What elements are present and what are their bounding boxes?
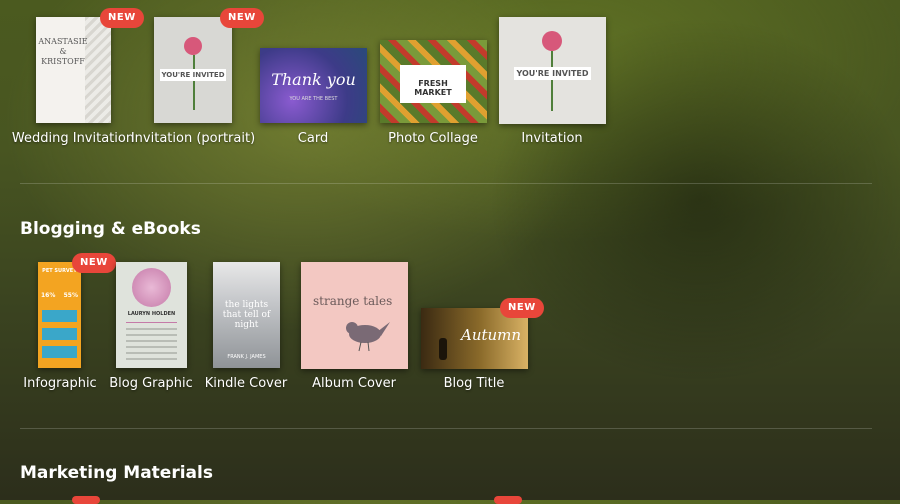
kindle-title-line: that tell of	[222, 310, 271, 320]
invited-banner: YOU'RE INVITED	[160, 69, 226, 81]
template-label-photo-collage[interactable]: Photo Collage	[388, 131, 478, 146]
kindle-title-line: night	[234, 320, 259, 330]
new-badge: NEW	[100, 8, 144, 28]
template-label-blog-graphic[interactable]: Blog Graphic	[109, 376, 193, 391]
new-badge: NEW	[500, 298, 544, 318]
new-badge: NEW	[72, 253, 116, 273]
template-label-invitation-portrait[interactable]: Invitation (portrait)	[131, 131, 255, 146]
kindle-author: FRANK J. JAMES	[227, 354, 266, 360]
chart-block	[42, 310, 77, 322]
card-script: Thank you	[271, 70, 356, 89]
template-thumb-invitation[interactable]: YOU'RE INVITED	[499, 17, 606, 124]
section-title-marketing: Marketing Materials	[20, 463, 213, 483]
template-thumb-infographic[interactable]: PET SURVEY 16% 55%	[38, 262, 81, 368]
new-badge: NEW	[220, 8, 264, 28]
template-thumb-card[interactable]: Thank you YOU ARE THE BEST	[260, 48, 367, 123]
template-label-infographic[interactable]: Infographic	[23, 376, 96, 391]
chart-block	[42, 328, 77, 340]
template-label-album-cover[interactable]: Album Cover	[312, 376, 396, 391]
template-thumb-invitation-portrait[interactable]: YOU'RE INVITED	[154, 17, 232, 123]
template-thumb-blog-graphic[interactable]: LAURYN HOLDEN	[116, 262, 187, 368]
template-label-kindle-cover[interactable]: Kindle Cover	[205, 376, 287, 391]
section-divider	[20, 428, 872, 429]
kindle-title-line: the lights	[224, 300, 269, 310]
template-thumb-album-cover[interactable]: strange tales	[301, 262, 408, 369]
divider-line	[126, 322, 177, 323]
floral-pattern	[85, 17, 111, 123]
blog-title-script: Autumn	[461, 326, 522, 344]
stat-value: 16%	[41, 292, 56, 299]
blog-graphic-name: LAURYN HOLDEN	[127, 311, 176, 317]
template-label-blog-title[interactable]: Blog Title	[444, 376, 505, 391]
template-label-card[interactable]: Card	[298, 131, 328, 146]
album-title: strange tales	[313, 294, 393, 308]
template-thumb-kindle-cover[interactable]: the lights that tell of night FRANK J. J…	[213, 262, 280, 368]
rose-flower	[184, 37, 202, 55]
card-subtitle: YOU ARE THE BEST	[289, 96, 338, 102]
rose-stem	[193, 55, 195, 110]
section-divider	[20, 183, 872, 184]
invited-banner: YOU'RE INVITED	[514, 67, 591, 80]
chart-block	[42, 346, 77, 358]
collage-heading: FRESH MARKET	[414, 79, 452, 97]
invite-name-2: KRISTOFF	[41, 57, 85, 66]
stat-value: 55%	[63, 292, 78, 299]
cyclist-silhouette	[439, 338, 447, 360]
template-label-invitation[interactable]: Invitation	[521, 131, 582, 146]
invite-name-1: ANASTASIE	[38, 37, 88, 46]
template-label-wedding-invitation[interactable]: Wedding Invitation	[12, 131, 134, 146]
template-thumb-photo-collage[interactable]: FRESH MARKET	[380, 40, 487, 123]
bird-illustration	[346, 322, 390, 352]
section-title-blogging: Blogging & eBooks	[20, 219, 201, 239]
rose-stem	[551, 51, 553, 111]
rose-flower	[542, 31, 562, 51]
new-badge	[72, 496, 100, 504]
text-lines	[126, 328, 177, 360]
avatar	[132, 268, 171, 307]
invite-ampersand: &	[59, 47, 67, 56]
new-badge	[494, 496, 522, 504]
template-thumb-wedding-invitation[interactable]: ANASTASIE & KRISTOFF	[36, 17, 111, 123]
